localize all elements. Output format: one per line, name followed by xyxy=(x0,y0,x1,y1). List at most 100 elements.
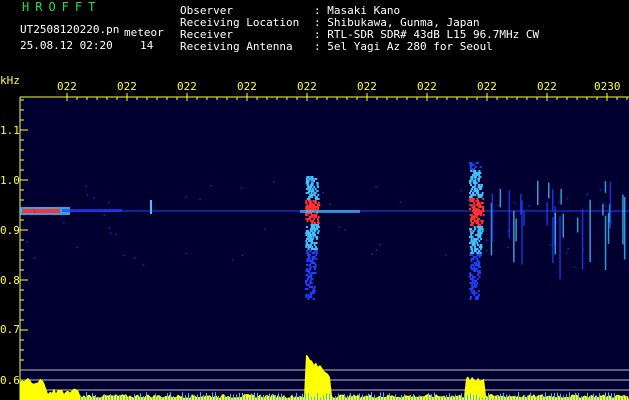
meteor-echo xyxy=(476,242,479,244)
noise-floor-bar xyxy=(578,392,579,400)
noise-floor-bar xyxy=(278,393,279,400)
noise-dot xyxy=(555,221,558,224)
meteor-echo xyxy=(475,216,478,218)
meteor-echo xyxy=(471,282,474,284)
meteor-echo xyxy=(308,178,311,180)
noise-floor-bar xyxy=(395,394,396,400)
meteor-echo xyxy=(311,278,314,280)
meteor-echo xyxy=(472,240,475,242)
noise-dot xyxy=(108,201,110,204)
noise-floor-bar xyxy=(230,393,231,400)
noise-streak xyxy=(604,215,607,270)
carrier-core xyxy=(22,209,60,213)
meteor-echo xyxy=(471,276,474,278)
noise-floor-bar xyxy=(362,394,363,400)
meteor-echo xyxy=(310,190,313,192)
noise-floor-bar xyxy=(413,394,414,400)
meteor-echo xyxy=(306,244,309,246)
meteor-echo xyxy=(315,242,318,244)
meteor-echo xyxy=(477,262,480,264)
meteor-echo xyxy=(312,224,315,226)
meteor-echo xyxy=(472,168,475,170)
meteor-echo xyxy=(475,262,478,264)
meteor-echo xyxy=(473,290,476,292)
noise-floor-bar xyxy=(257,392,258,400)
meteor-echo xyxy=(477,180,480,182)
meteor-echo xyxy=(470,178,473,180)
noise-floor-bar xyxy=(587,392,588,400)
meteor-echo xyxy=(475,268,478,270)
noise-dot xyxy=(371,253,374,255)
noise-floor-bar xyxy=(308,393,309,400)
noise-floor-bar xyxy=(116,395,117,400)
meteor-echo xyxy=(314,196,317,198)
noise-floor-bar xyxy=(560,393,561,400)
meteor-echo xyxy=(473,250,476,252)
noise-dot xyxy=(567,247,569,250)
meteor-echo xyxy=(471,242,474,244)
meteor-echo xyxy=(478,246,481,248)
meteor-echo xyxy=(472,264,475,266)
meteor-echo xyxy=(474,286,477,288)
meteor-echo xyxy=(305,234,308,236)
noise-dot xyxy=(142,264,145,266)
noise-dot xyxy=(329,203,331,206)
meteor-echo xyxy=(470,218,473,220)
noise-floor-bar xyxy=(515,395,516,400)
meteor-echo xyxy=(311,222,314,224)
noise-floor-bar xyxy=(386,396,387,400)
noise-floor-bar xyxy=(182,392,183,400)
noise-floor-bar xyxy=(299,395,300,400)
meteor-echo xyxy=(317,224,319,226)
meteor-echo xyxy=(479,194,482,196)
meteor-echo xyxy=(315,252,318,254)
meteor-echo xyxy=(316,190,319,192)
meteor-echo xyxy=(469,282,472,284)
meteor-echo xyxy=(307,234,310,236)
meteor-echo xyxy=(472,198,474,200)
meteor-echo xyxy=(470,252,473,254)
meteor-echo xyxy=(482,208,485,210)
meteor-echo xyxy=(474,298,477,300)
noise-floor-bar xyxy=(380,392,381,400)
meteor-echo xyxy=(314,250,317,252)
meteor-echo xyxy=(472,194,475,196)
noise-floor-bar xyxy=(404,394,405,400)
meteor-echo xyxy=(305,240,308,242)
meteor-echo xyxy=(481,220,484,222)
meteor-echo xyxy=(478,276,481,278)
noise-floor-bar xyxy=(104,395,105,400)
meteor-echo xyxy=(310,282,313,284)
meteor-echo xyxy=(310,220,313,222)
noise-floor-bar xyxy=(410,395,411,400)
noise-dot xyxy=(599,189,601,191)
spectrogram-plot xyxy=(19,93,629,400)
noise-floor-bar xyxy=(452,395,453,400)
meteor-echo xyxy=(305,200,308,202)
meteor-echo xyxy=(473,186,476,188)
noise-floor-bar xyxy=(617,396,618,400)
meteor-echo xyxy=(474,264,477,266)
meteor-echo xyxy=(472,174,474,176)
noise-dot xyxy=(240,187,243,190)
noise-floor-bar xyxy=(542,393,543,400)
meteor-echo xyxy=(309,216,312,218)
meteor-echo xyxy=(309,292,312,294)
noise-floor-bar xyxy=(500,393,501,400)
meteor-echo xyxy=(310,186,313,188)
meteor-echo xyxy=(310,228,313,230)
noise-dot xyxy=(586,193,589,196)
meteor-echo xyxy=(308,268,311,270)
noise-floor-bar xyxy=(470,392,471,400)
meteor-echo xyxy=(469,198,472,200)
meteor-echo xyxy=(475,200,478,202)
meteor-echo xyxy=(308,196,311,198)
meteor-echo xyxy=(317,194,320,196)
meteor-echo xyxy=(312,226,315,228)
noise-dot xyxy=(312,260,315,263)
meteor-echo xyxy=(475,296,478,298)
meteor-echo xyxy=(309,274,312,276)
meteor-echo xyxy=(475,256,478,258)
meteor-echo xyxy=(473,202,476,204)
noise-floor-bar xyxy=(371,392,372,400)
